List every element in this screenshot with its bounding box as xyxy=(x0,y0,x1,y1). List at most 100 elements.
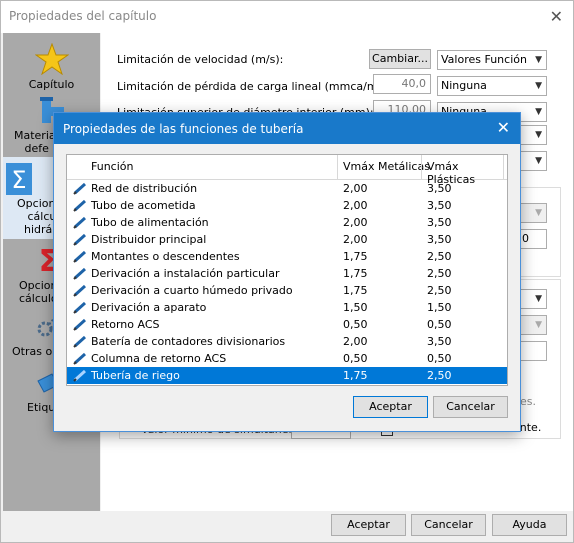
table-row[interactable]: Red de distribución 2,00 3,50 xyxy=(67,180,507,197)
chevron-down-icon: ▼ xyxy=(535,156,542,166)
cell-vmax-plasticas[interactable]: 2,50 xyxy=(427,250,452,263)
hidden-input[interactable] xyxy=(519,341,547,361)
hidden-select-3[interactable]: ▼ xyxy=(519,289,547,309)
loss-input[interactable]: 40,0 xyxy=(373,74,431,94)
column-header-funcion[interactable]: Función xyxy=(91,160,133,173)
cell-vmax-plasticas[interactable]: 1,50 xyxy=(427,301,452,314)
pencil-icon xyxy=(73,267,87,280)
pencil-icon xyxy=(73,199,87,212)
close-icon[interactable]: ✕ xyxy=(497,118,510,137)
cell-funcion: Montantes o descendentes xyxy=(91,250,240,263)
sidebar-item-capitulo[interactable]: Capítulo xyxy=(3,41,100,97)
cell-vmax-metalicas[interactable]: 1,75 xyxy=(343,267,368,280)
value-input[interactable]: 0 xyxy=(519,229,547,249)
table-row[interactable]: Tubo de acometida 2,00 3,50 xyxy=(67,197,507,214)
cell-vmax-metalicas[interactable]: 1,75 xyxy=(343,284,368,297)
cell-vmax-plasticas[interactable]: 2,50 xyxy=(427,284,452,297)
column-divider xyxy=(337,155,338,179)
accept-button[interactable]: Aceptar xyxy=(331,514,406,536)
cell-vmax-plasticas[interactable]: 3,50 xyxy=(427,216,452,229)
table-row[interactable]: Columna de retorno ACS 0,50 0,50 xyxy=(67,350,507,367)
table-row[interactable]: Derivación a aparato 1,50 1,50 xyxy=(67,299,507,316)
change-velocity-button[interactable]: Cambiar... xyxy=(369,49,431,69)
cell-funcion: Derivación a cuarto húmedo privado xyxy=(91,284,293,297)
table-row[interactable]: Derivación a instalación particular 1,75 2… xyxy=(67,265,507,282)
cell-funcion: Retorno ACS xyxy=(91,318,160,331)
cell-vmax-metalicas[interactable]: 2,00 xyxy=(343,182,368,195)
grid-header: Función Vmáx Metálicas Vmáx Plásticas xyxy=(67,155,507,186)
pencil-icon xyxy=(73,352,87,365)
table-row[interactable]: Distribuidor principal 2,00 3,50 xyxy=(67,231,507,248)
dialog-accept-button[interactable]: Aceptar xyxy=(353,396,428,418)
cell-vmax-plasticas[interactable]: 2,50 xyxy=(427,369,452,382)
column-divider xyxy=(503,155,504,179)
cell-vmax-metalicas[interactable]: 0,50 xyxy=(343,352,368,365)
pencil-icon xyxy=(73,301,87,314)
cell-funcion: Derivación a aparato xyxy=(91,301,207,314)
dialog-titlebar: Propiedades de las funciones de tubería … xyxy=(54,113,520,144)
cell-funcion: Tubo de acometida xyxy=(91,199,196,212)
cell-vmax-plasticas[interactable]: 3,50 xyxy=(427,335,452,348)
column-header-vmax-metalicas[interactable]: Vmáx Metálicas xyxy=(343,160,430,173)
velocity-select[interactable]: Valores Función ▼ xyxy=(437,50,547,70)
cell-vmax-metalicas[interactable]: 1,75 xyxy=(343,369,368,382)
pipe-functions-dialog: Propiedades de las funciones de tubería … xyxy=(53,112,521,432)
table-row[interactable]: Tubería de riego 1,75 2,50 xyxy=(67,367,507,384)
cell-vmax-metalicas[interactable]: 2,00 xyxy=(343,335,368,348)
close-icon[interactable]: ✕ xyxy=(550,7,563,26)
cell-funcion: Tubo de alimentación xyxy=(91,216,209,229)
help-button[interactable]: Ayuda xyxy=(492,514,567,536)
cell-funcion: Red de distribución xyxy=(91,182,198,195)
cell-funcion: Derivación a instalación particular xyxy=(91,267,280,280)
cell-funcion: Distribuidor principal xyxy=(91,233,207,246)
hidden-select-2[interactable]: ▼ xyxy=(519,151,547,171)
cell-vmax-plasticas[interactable]: 3,50 xyxy=(427,182,452,195)
cell-funcion: Batería de contadores divisionarios xyxy=(91,335,286,348)
cell-vmax-plasticas[interactable]: 2,50 xyxy=(427,267,452,280)
pencil-icon xyxy=(73,335,87,348)
chevron-down-icon: ▼ xyxy=(535,208,542,218)
cell-vmax-metalicas[interactable]: 2,00 xyxy=(343,216,368,229)
cell-vmax-plasticas[interactable]: 0,50 xyxy=(427,352,452,365)
window-title: Propiedades del capítulo xyxy=(9,9,157,23)
chevron-down-icon: ▼ xyxy=(535,55,542,65)
pencil-icon xyxy=(73,284,87,297)
sidebar-item-label-partial: Materia defe xyxy=(14,129,56,155)
table-row[interactable]: Derivación a cuarto húmedo privado 1,75 2,… xyxy=(67,282,507,299)
chevron-down-icon: ▼ xyxy=(535,320,542,330)
chevron-down-icon: ▼ xyxy=(535,130,542,140)
column-divider xyxy=(421,155,422,179)
pencil-icon xyxy=(73,369,87,382)
cell-vmax-plasticas[interactable]: 3,50 xyxy=(427,199,452,212)
cell-vmax-plasticas[interactable]: 0,50 xyxy=(427,318,452,331)
dialog-cancel-button[interactable]: Cancelar xyxy=(433,396,508,418)
table-row[interactable]: Tubo de alimentación 2,00 3,50 xyxy=(67,214,507,231)
table-row[interactable]: Retorno ACS 0,50 0,50 xyxy=(67,316,507,333)
cell-vmax-metalicas[interactable]: 2,00 xyxy=(343,233,368,246)
cell-vmax-metalicas[interactable]: 0,50 xyxy=(343,318,368,331)
loss-select[interactable]: Ninguna ▼ xyxy=(437,76,547,96)
cell-vmax-plasticas[interactable]: 3,50 xyxy=(427,233,452,246)
velocity-label: Limitación de velocidad (m/s): xyxy=(117,53,284,66)
pencil-icon xyxy=(73,182,87,195)
hidden-select-1[interactable]: ▼ xyxy=(519,125,547,145)
dialog-title: Propiedades de las funciones de tubería xyxy=(63,122,304,136)
cell-vmax-metalicas[interactable]: 2,00 xyxy=(343,199,368,212)
sigma-icon: Σ xyxy=(6,163,32,195)
cell-vmax-metalicas[interactable]: 1,75 xyxy=(343,250,368,263)
footer: Aceptar Cancelar Ayuda xyxy=(1,511,573,542)
functions-grid: Función Vmáx Metálicas Vmáx Plásticas Re… xyxy=(66,154,508,386)
disabled-select-1: ▼ xyxy=(519,203,547,223)
loss-label: Limitación de pérdida de carga lineal (m… xyxy=(117,80,386,93)
cancel-button[interactable]: Cancelar xyxy=(411,514,486,536)
pencil-icon xyxy=(73,216,87,229)
velocity-select-value: Valores Función xyxy=(441,53,527,66)
table-row[interactable]: Batería de contadores divisionarios 2,00 3… xyxy=(67,333,507,350)
cell-vmax-metalicas[interactable]: 1,50 xyxy=(343,301,368,314)
svg-text:Σ: Σ xyxy=(11,166,26,194)
star-icon xyxy=(33,42,70,76)
sidebar-item-label: Capítulo xyxy=(28,78,75,91)
cell-funcion: Tubería de riego xyxy=(91,369,180,382)
disabled-select-2: ▼ xyxy=(519,315,547,335)
table-row[interactable]: Montantes o descendentes 1,75 2,50 xyxy=(67,248,507,265)
